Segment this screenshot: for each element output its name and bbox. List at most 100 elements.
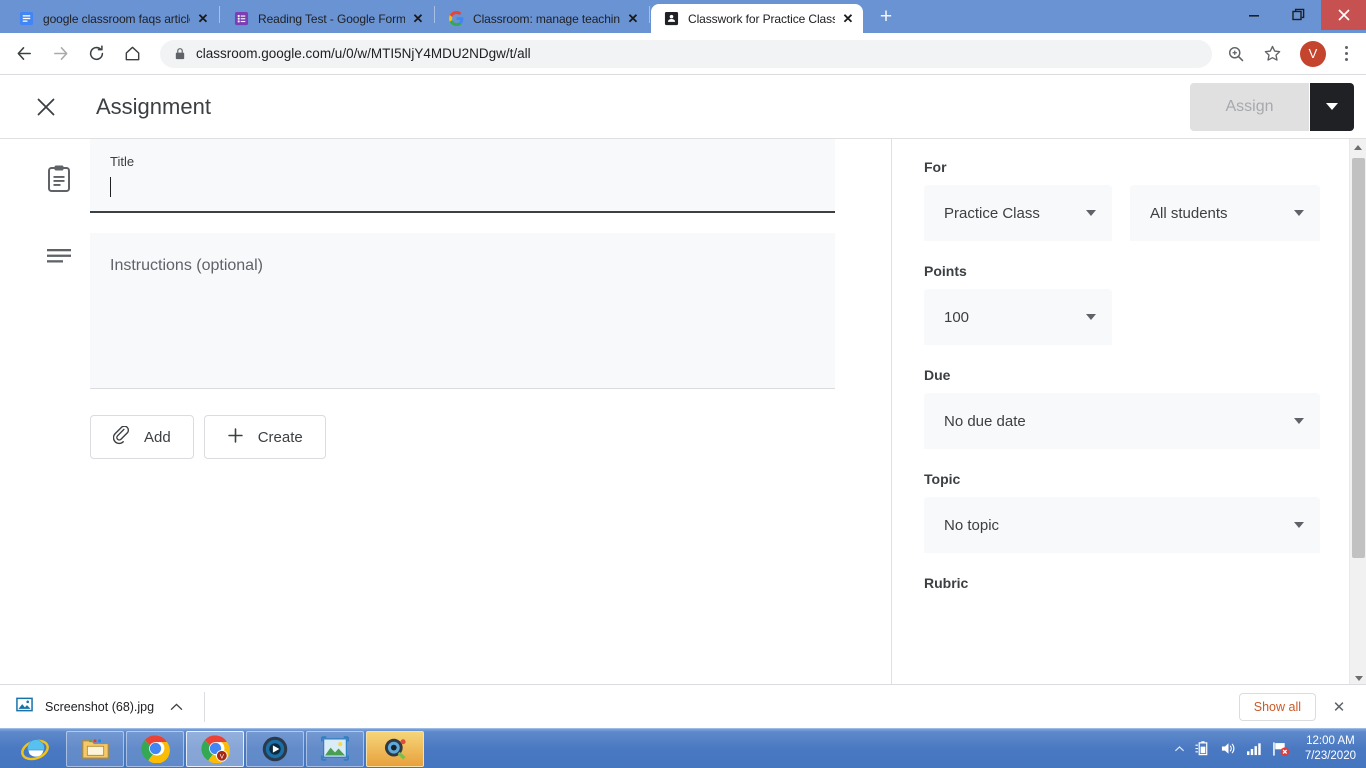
system-tray: 12:00 AM 7/23/2020 [1174,734,1366,764]
tab-close-button[interactable]: ✕ [194,10,212,28]
browser-tab-4-active[interactable]: Classwork for Practice Class ✕ [651,4,863,33]
home-icon[interactable] [116,38,148,70]
minimize-button[interactable] [1231,0,1276,30]
taskbar-google-chrome-profile[interactable]: V [186,730,244,767]
create-attachment-button[interactable]: Create [203,415,326,459]
back-arrow-icon[interactable] [8,38,40,70]
tab-close-button[interactable]: ✕ [409,10,427,28]
class-select-value: Practice Class [944,204,1040,222]
kebab-menu-icon[interactable] [1334,40,1358,68]
assignment-clipboard-icon [28,139,90,213]
download-item[interactable]: Screenshot (68).jpg [16,691,206,722]
assign-button-group: Assign [1190,82,1354,131]
assign-dropdown-button[interactable] [1310,82,1354,131]
points-group: Points 100 [924,263,1326,345]
download-file-name: Screenshot (68).jpg [45,699,155,714]
close-window-button[interactable] [1321,0,1366,30]
points-select[interactable]: 100 [924,289,1112,345]
topic-select-value: No topic [944,516,1000,534]
tab-title: Reading Test - Google Forms [258,11,405,26]
assign-button[interactable]: Assign [1190,82,1309,131]
class-select[interactable]: Practice Class [924,185,1112,241]
signal-bars-icon[interactable] [1246,741,1263,756]
browser-tab-1[interactable]: google classroom faqs article.doc ✕ [6,4,218,33]
address-bar-text: classroom.google.com/u/0/w/MTI5NjY4MDU2N… [196,46,531,61]
tab-close-button[interactable]: ✕ [839,10,857,28]
chevron-down-icon [1326,103,1338,110]
image-file-icon [16,696,33,718]
battery-icon[interactable] [1194,741,1211,756]
show-all-downloads-button[interactable]: Show all [1238,692,1316,721]
tab-title: Classwork for Practice Class [688,11,835,26]
tab-close-button[interactable]: ✕ [624,10,642,28]
taskbar-photo-viewer[interactable] [306,730,364,767]
title-input[interactable]: Title [90,139,835,213]
taskbar-file-explorer[interactable] [66,730,124,767]
star-icon[interactable] [1256,38,1288,70]
taskbar-media-player[interactable] [246,730,304,767]
rubric-label: Rubric [924,575,969,591]
chevron-up-icon [1354,145,1362,150]
assignment-body: Title Instructions (optional) Add Create… [0,139,1366,767]
add-attachment-button[interactable]: Add [90,415,194,459]
points-select-value: 100 [944,308,970,326]
assignment-main-column: Title Instructions (optional) Add Create [0,139,892,767]
chevron-up-icon[interactable] [166,702,186,712]
taskbar-internet-explorer[interactable] [6,731,64,767]
tab-separator [434,5,435,23]
scroll-up-button[interactable] [1350,139,1366,156]
text-lines-icon [28,233,90,389]
volume-icon[interactable] [1220,741,1237,756]
browser-window: google classroom faqs article.doc ✕ Read… [0,0,1366,768]
create-attachment-label: Create [257,428,303,446]
due-date-select[interactable]: No due date [924,393,1320,449]
toolbar-right-actions: V [1220,38,1358,70]
for-selects-row: Practice Class All students [924,185,1326,241]
zoom-search-icon[interactable] [1220,38,1252,70]
forward-arrow-icon[interactable] [44,38,76,70]
close-downloads-bar-button[interactable]: ✕ [1324,693,1354,721]
rubric-group: Rubric [924,575,1326,591]
browser-tab-2[interactable]: Reading Test - Google Forms ✕ [221,4,433,33]
taskbar-photo-editor[interactable] [366,730,424,767]
chevron-down-icon [1354,676,1363,681]
instructions-field-row: Instructions (optional) [0,233,891,389]
add-attachment-label: Add [144,428,171,446]
windows-taskbar: V 12:00 AM 7/23/2020 [0,728,1366,768]
address-bar[interactable]: classroom.google.com/u/0/w/MTI5NjY4MDU2N… [160,39,1212,68]
plus-icon [227,427,244,448]
tab-separator [219,5,220,23]
page-scrollbar[interactable] [1349,139,1366,687]
new-tab-button[interactable]: + [872,3,900,31]
action-center-flag-icon[interactable] [1272,741,1290,757]
due-group: Due No due date [924,367,1326,449]
google-g-icon [448,11,464,27]
title-field-row: Title [0,139,891,213]
scrollbar-thumb[interactable] [1352,158,1365,558]
reload-icon[interactable] [80,38,112,70]
attachment-buttons-row: Add Create [0,389,891,459]
avatar[interactable]: V [1300,40,1326,67]
chevron-down-icon [1294,210,1304,216]
for-group: For Practice Class All students [924,159,1326,241]
assignment-settings-sidebar: For Practice Class All students Points 1… [892,139,1366,767]
browser-toolbar: classroom.google.com/u/0/w/MTI5NjY4MDU2N… [0,33,1366,75]
close-assignment-button[interactable] [24,85,68,129]
tab-separator [649,5,650,23]
chevron-down-icon [1086,210,1096,216]
paperclip-icon [112,424,130,449]
classroom-assignment-page: Assignment Assign Title Instructions (op… [0,75,1366,767]
chevron-up-icon[interactable] [1174,745,1185,753]
students-select-value: All students [1150,204,1228,222]
taskbar-google-chrome[interactable] [126,730,184,767]
browser-tab-3[interactable]: Classroom: manage teaching and ✕ [436,4,648,33]
tab-strip: google classroom faqs article.doc ✕ Read… [0,0,1366,33]
window-controls [1231,0,1366,30]
clock[interactable]: 12:00 AM 7/23/2020 [1299,734,1356,764]
tab-title: Classroom: manage teaching and [473,11,620,26]
students-select[interactable]: All students [1130,185,1320,241]
instructions-input[interactable]: Instructions (optional) [90,233,835,389]
maximize-restore-button[interactable] [1276,0,1321,30]
topic-select[interactable]: No topic [924,497,1320,553]
points-label: Points [924,263,967,279]
